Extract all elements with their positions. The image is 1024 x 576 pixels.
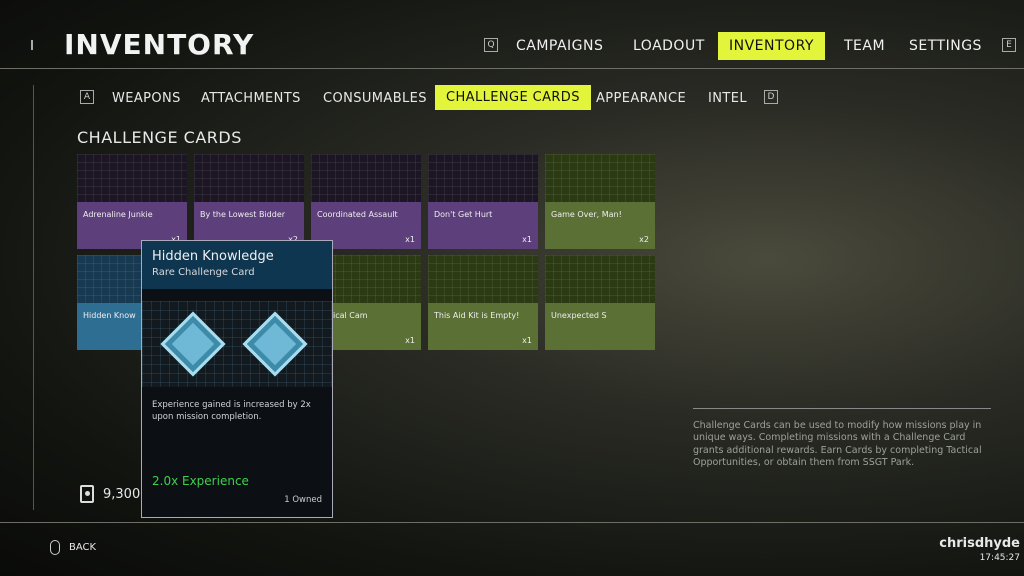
info-text: Challenge Cards can be used to modify ho… xyxy=(693,420,982,469)
card-name: Don't Get Hurt xyxy=(434,210,493,219)
tab-weapons[interactable]: WEAPONS xyxy=(102,89,191,108)
key-hint-e: E xyxy=(1002,38,1016,52)
card-name: Unexpected S xyxy=(551,311,607,320)
card-art xyxy=(545,154,655,202)
card-count: x1 xyxy=(522,235,532,244)
challenge-card[interactable]: By the Lowest Bidderx2 xyxy=(194,154,304,249)
key-hint-q: Q xyxy=(484,38,498,52)
nav-inventory[interactable]: INVENTORY xyxy=(718,32,825,60)
card-name: Coordinated Assault xyxy=(317,210,398,219)
info-divider xyxy=(693,408,991,409)
tooltip-title: Hidden Knowledge xyxy=(152,249,274,264)
key-hint-d: D xyxy=(764,90,778,104)
diamond-star-icon xyxy=(242,311,308,377)
tooltip-description: Experience gained is increased by 2x upo… xyxy=(152,400,311,423)
challenge-card[interactable]: Unexpected S xyxy=(545,255,655,350)
card-count: x1 xyxy=(522,336,532,345)
card-count: x2 xyxy=(639,235,649,244)
card-art xyxy=(545,255,655,303)
tab-consumables[interactable]: CONSUMABLES xyxy=(313,89,437,108)
username: chrisdhyde xyxy=(939,536,1020,551)
card-name: Game Over, Man! xyxy=(551,210,622,219)
tooltip-subtitle: Rare Challenge Card xyxy=(152,267,255,278)
card-currency-icon xyxy=(80,485,94,503)
card-art xyxy=(77,154,187,202)
tab-appearance[interactable]: APPEARANCE xyxy=(586,89,696,108)
clock: 17:45:27 xyxy=(979,553,1020,563)
challenge-card[interactable]: Don't Get Hurt x1 xyxy=(428,154,538,249)
tooltip-owned: 1 Owned xyxy=(284,495,322,505)
mouse-icon xyxy=(50,540,60,555)
left-rail xyxy=(33,85,34,510)
section-title: CHALLENGE CARDS xyxy=(77,128,242,147)
diamond-star-icon xyxy=(160,311,226,377)
card-art xyxy=(194,154,304,202)
page-title: INVENTORY xyxy=(64,28,255,61)
challenge-card[interactable]: This Aid Kit is Empty! x1 xyxy=(428,255,538,350)
card-art xyxy=(428,255,538,303)
card-art xyxy=(428,154,538,202)
challenge-card[interactable]: Game Over, Man! x2 xyxy=(545,154,655,249)
key-hint-a: A xyxy=(80,90,94,104)
challenge-card[interactable]: Adrenaline Junkiex1 xyxy=(77,154,187,249)
tooltip-bonus: 2.0x Experience xyxy=(152,474,249,488)
card-name: By the Lowest Bidder xyxy=(200,210,286,219)
currency-amount: 9,300 xyxy=(103,487,141,502)
card-name: This Aid Kit is Empty! xyxy=(434,311,520,320)
tab-challenge-cards[interactable]: CHALLENGE CARDS xyxy=(435,85,591,110)
card-tooltip: Hidden Knowledge Rare Challenge Card Exp… xyxy=(141,240,333,518)
card-name: Hidden Know xyxy=(83,311,136,320)
tab-attachments[interactable]: ATTACHMENTS xyxy=(191,89,311,108)
nav-team[interactable]: TEAM xyxy=(834,36,895,56)
card-count: x1 xyxy=(405,235,415,244)
card-name: Adrenaline Junkie xyxy=(83,210,153,219)
header-divider xyxy=(0,68,1024,69)
tab-intel[interactable]: INTEL xyxy=(698,89,757,108)
nav-campaigns[interactable]: CAMPAIGNS xyxy=(506,36,613,56)
nav-settings[interactable]: SETTINGS xyxy=(899,36,992,56)
back-button[interactable]: BACK xyxy=(69,542,96,553)
card-count: x1 xyxy=(405,336,415,345)
nav-loadout[interactable]: LOADOUT xyxy=(623,36,715,56)
footer-divider xyxy=(0,522,1024,523)
challenge-card[interactable]: Coordinated Assault x1 xyxy=(311,154,421,249)
rail-tick xyxy=(31,40,33,50)
tooltip-art xyxy=(142,301,332,387)
card-art xyxy=(311,154,421,202)
